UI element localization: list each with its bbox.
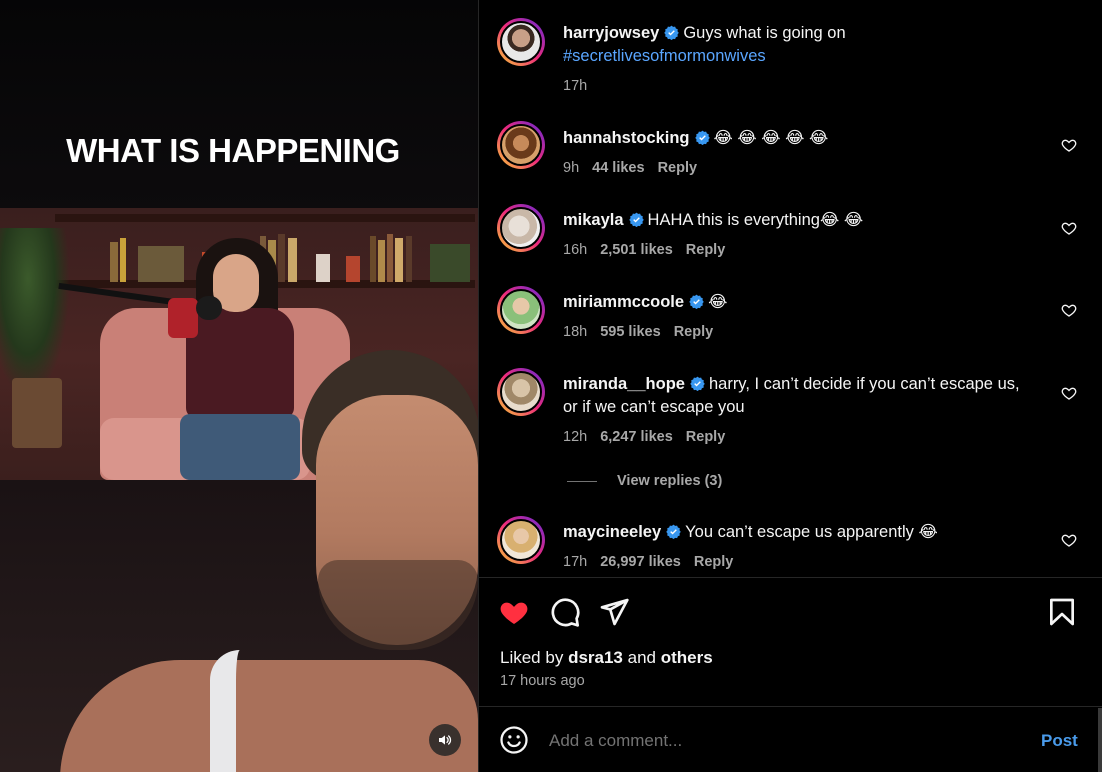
comments-panel: harryjowsey Guys what is going on #secret… (478, 0, 1102, 772)
liked-by-prefix: Liked by (500, 648, 564, 667)
comment-username[interactable]: maycineeley (563, 523, 661, 541)
media-dark-banner (0, 0, 478, 210)
hashtag-link[interactable]: #secretlivesofmormonwives (563, 47, 766, 65)
liked-by-and: and (627, 648, 656, 667)
verified-badge-icon (666, 524, 681, 539)
reply-button[interactable]: Reply (674, 324, 714, 340)
comment-time[interactable]: 12h (563, 429, 587, 445)
comment-likes[interactable]: 44 likes (592, 160, 644, 176)
post-actions: Liked by dsra13 and others 17 hours ago (479, 577, 1102, 707)
bookmark-icon[interactable] (1046, 596, 1078, 628)
comment-likes[interactable]: 6,247 likes (600, 429, 673, 445)
avatar[interactable] (497, 286, 545, 334)
share-icon[interactable] (598, 596, 630, 628)
comment-username[interactable]: mikayla (563, 211, 624, 229)
bookshelf-graphic (110, 234, 470, 282)
comment-time[interactable]: 18h (563, 324, 587, 340)
comment-text-continued: or if we can’t escape you (563, 398, 745, 416)
comment-icon[interactable] (549, 596, 581, 628)
comment-time[interactable]: 17h (563, 78, 587, 94)
post-media[interactable]: WHAT IS HAPPENING (0, 0, 478, 772)
liked-by-user-link[interactable]: dsra13 (568, 648, 623, 667)
comment-text: 😂 😂 😂 😂 😂 (713, 129, 829, 147)
comment-composer: Post (479, 706, 1102, 772)
caption-text: Guys what is going on (683, 24, 846, 42)
comment-list[interactable]: harryjowsey Guys what is going on #secret… (479, 0, 1102, 578)
verified-badge-icon (689, 294, 704, 309)
comment-username[interactable]: miranda__hope (563, 375, 685, 393)
speaker-icon (439, 735, 452, 745)
comment-text: You can’t escape us apparently 😂 (685, 523, 938, 541)
comment-time[interactable]: 9h (563, 160, 579, 176)
avatar[interactable] (497, 368, 545, 416)
liked-by-others-link[interactable]: others (661, 648, 713, 667)
comment-likes[interactable]: 2,501 likes (600, 242, 673, 258)
scrollbar[interactable] (1098, 708, 1102, 772)
comment-time[interactable]: 17h (563, 554, 587, 570)
audio-toggle-button[interactable] (429, 724, 461, 756)
reply-button[interactable]: Reply (686, 242, 726, 258)
verified-badge-icon (694, 130, 710, 145)
like-comment-heart-icon[interactable] (1061, 532, 1077, 548)
avatar[interactable] (497, 516, 545, 564)
comment-input[interactable] (549, 727, 1009, 755)
comment-time[interactable]: 16h (563, 242, 587, 258)
reply-button[interactable]: Reply (658, 160, 698, 176)
reply-button[interactable]: Reply (686, 429, 726, 445)
heart-filled-icon[interactable] (498, 596, 530, 628)
comment-username[interactable]: harryjowsey (563, 24, 659, 42)
like-comment-heart-icon[interactable] (1061, 302, 1077, 318)
verified-badge-icon (664, 25, 680, 40)
liked-by-text: Liked by dsra13 and others (500, 648, 713, 668)
media-caption-overlay: WHAT IS HAPPENING (66, 132, 400, 169)
emoji-icon[interactable] (499, 725, 529, 755)
comment-username[interactable]: hannahstocking (563, 129, 690, 147)
view-replies-button[interactable]: View replies (3) (567, 473, 722, 489)
like-comment-heart-icon[interactable] (1061, 385, 1077, 401)
avatar[interactable] (497, 204, 545, 252)
avatar[interactable] (497, 121, 545, 169)
post-timestamp[interactable]: 17 hours ago (500, 673, 585, 689)
comment-likes[interactable]: 26,997 likes (600, 554, 681, 570)
like-comment-heart-icon[interactable] (1061, 137, 1077, 153)
avatar[interactable] (497, 18, 545, 66)
post-comment-button[interactable]: Post (1041, 731, 1078, 751)
comment-text: harry, I can’t decide if you can’t escap… (708, 375, 1020, 393)
verified-badge-icon (690, 376, 705, 391)
comment-username[interactable]: miriammccoole (563, 293, 684, 311)
comment-likes[interactable]: 595 likes (600, 324, 660, 340)
comment-text: 😂 (708, 293, 728, 311)
like-comment-heart-icon[interactable] (1061, 220, 1077, 236)
comment-text: HAHA this is everything😂 😂 (647, 211, 864, 229)
reply-button[interactable]: Reply (694, 554, 734, 570)
verified-badge-icon (628, 212, 644, 227)
person-tank-top (210, 650, 310, 772)
